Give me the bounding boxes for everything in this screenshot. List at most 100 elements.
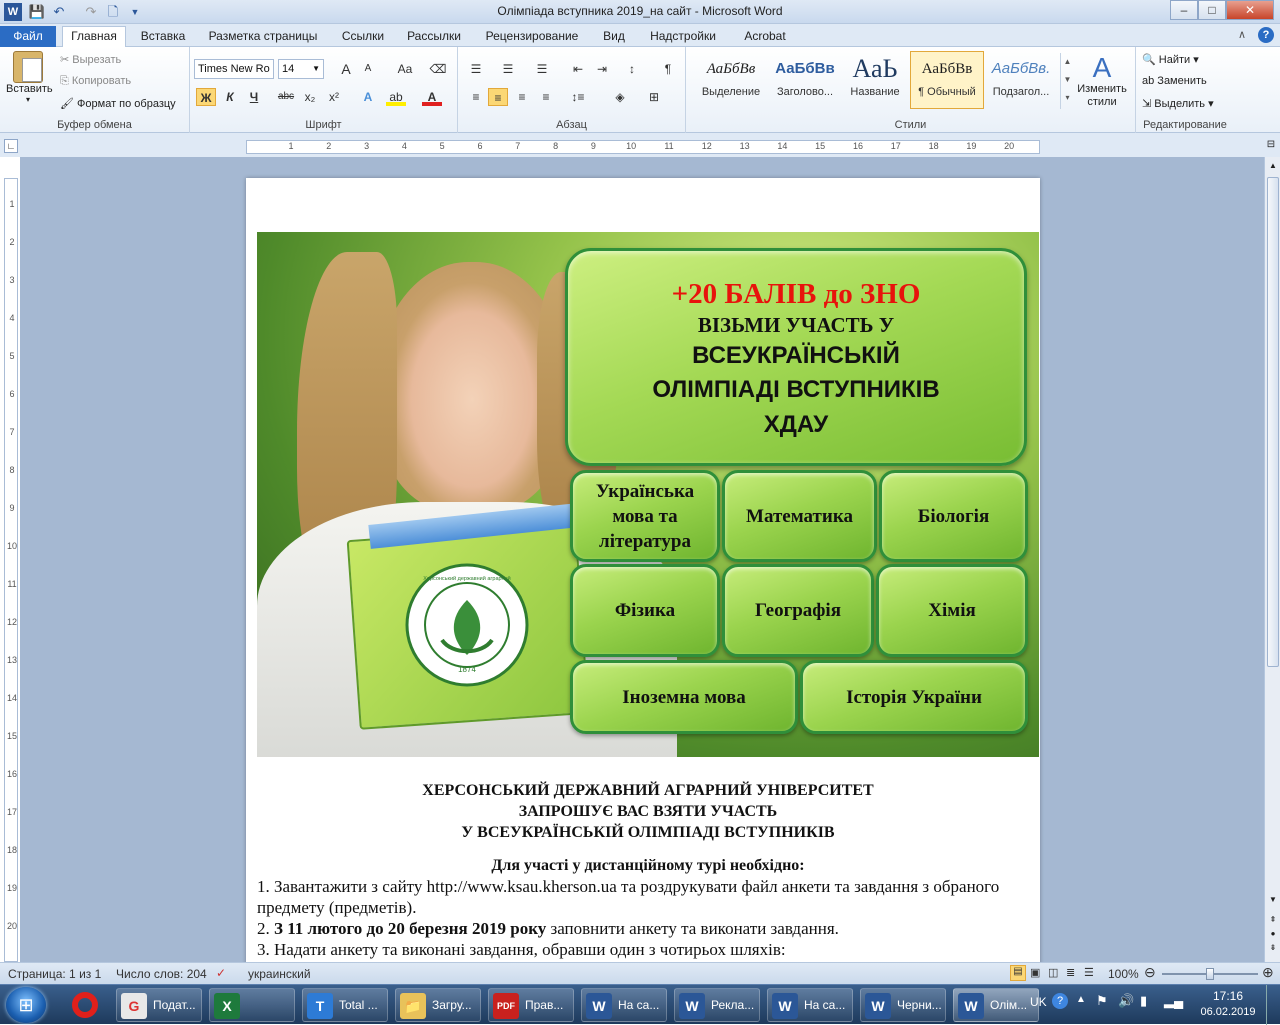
next-page-icon[interactable]: ⇟ (1267, 943, 1279, 955)
zoom-out-icon[interactable]: ⊖ (1144, 964, 1156, 981)
taskbar-item[interactable]: W На са... (767, 988, 853, 1022)
taskbar-item[interactable]: G Подат... (116, 988, 202, 1022)
shading-icon[interactable]: ◈ (610, 88, 630, 106)
italic-button[interactable]: К (220, 88, 240, 106)
vertical-scrollbar[interactable]: ▲ ▼ ⇞ ● ⇟ (1264, 157, 1280, 962)
subscript-button[interactable]: x₂ (300, 88, 320, 106)
minimize-button[interactable]: – (1170, 0, 1198, 20)
document-body[interactable]: ХЕРСОНСЬКИЙ ДЕРЖАВНИЙ АГРАРНИЙ УНІВЕРСИТ… (257, 780, 1039, 960)
tab-page-layout[interactable]: Разметка страницы (200, 27, 326, 47)
text-effects-icon[interactable]: A (358, 88, 378, 106)
scroll-up-icon[interactable]: ▲ (1267, 159, 1279, 173)
horizontal-ruler[interactable]: 1 2 3 4 5 6 7 8 9 10 11 12 13 14 15 16 17 18 19 20 (246, 140, 1040, 154)
show-desktop-button[interactable] (1266, 985, 1280, 1025)
underline-button[interactable]: Ч (244, 88, 264, 106)
align-left-icon[interactable]: ≡ (466, 88, 486, 106)
tray-network-icon[interactable]: ⚑ (1096, 993, 1108, 1009)
style-normal[interactable]: АаБбВв ¶ Обычный (910, 51, 984, 109)
style-title[interactable]: АаЬ Название (838, 51, 912, 109)
cut-button[interactable]: ✂ Вырезать (60, 53, 121, 66)
font-color-icon[interactable]: A (422, 88, 442, 106)
print-layout-icon[interactable]: ▤ (1010, 965, 1026, 981)
bullets-icon[interactable]: ☰ (466, 60, 486, 78)
tab-addins[interactable]: Надстройки (640, 27, 726, 47)
scroll-down-icon[interactable]: ▼ (1267, 895, 1279, 909)
zoom-slider-thumb[interactable] (1206, 968, 1214, 980)
zoom-slider[interactable] (1162, 968, 1258, 980)
line-spacing-icon[interactable]: ↕≡ (568, 88, 588, 106)
tab-acrobat[interactable]: Acrobat (734, 27, 796, 47)
browse-object-icon[interactable]: ● (1267, 929, 1279, 941)
format-painter-button[interactable]: 🖌 Формат по образцу (60, 97, 176, 110)
replace-button[interactable]: ab Заменить (1142, 75, 1207, 87)
tray-power-icon[interactable]: ▮ (1140, 993, 1147, 1009)
paste-button[interactable]: Вставить ▾ (6, 51, 53, 104)
superscript-button[interactable]: x² (324, 88, 344, 106)
taskbar-item[interactable]: 📁 Загру... (395, 988, 481, 1022)
taskbar-item[interactable]: PDF Прав... (488, 988, 574, 1022)
word-count[interactable]: Число слов: 204 (116, 967, 207, 981)
taskbar-item[interactable]: W Рекла... (674, 988, 760, 1022)
font-name-combo[interactable]: Times New Ro (194, 59, 274, 79)
vertical-ruler[interactable]: 1 2 3 4 5 6 7 8 9 10 11 12 13 14 15 16 17 18 19 20 (4, 178, 18, 962)
select-button[interactable]: ⇲ Выделить ▾ (1142, 97, 1214, 110)
start-button[interactable]: ⊞ (6, 987, 46, 1023)
scroll-thumb[interactable] (1267, 177, 1279, 667)
language-indicator[interactable]: украинский (248, 967, 311, 981)
highlight-icon[interactable]: ab (386, 88, 406, 106)
align-center-icon[interactable]: ≡ (488, 88, 508, 106)
taskbar-item[interactable]: W Олім... (953, 988, 1039, 1022)
tab-selector-icon[interactable]: ∟ (4, 139, 18, 153)
page-count[interactable]: Страница: 1 из 1 (8, 967, 101, 981)
clear-formatting-icon[interactable]: ⌫ (428, 60, 448, 78)
borders-icon[interactable]: ⊞ (644, 88, 664, 106)
outline-icon[interactable]: ≣ (1066, 966, 1075, 979)
change-styles-button[interactable]: A Изменить стили (1074, 53, 1130, 109)
show-formatting-button[interactable]: ¶ (658, 60, 678, 78)
view-ruler-icon[interactable]: ⊟ (1265, 139, 1277, 153)
copy-button[interactable]: ⎘ Копировать (60, 75, 131, 88)
taskbar-item[interactable]: W Черни... (860, 988, 946, 1022)
tab-file[interactable]: Файл (0, 26, 56, 47)
clock-time[interactable]: 17:16 (1200, 989, 1256, 1003)
previous-page-icon[interactable]: ⇞ (1267, 915, 1279, 927)
shrink-font-button[interactable]: A (358, 60, 378, 78)
keyboard-language[interactable]: UK (1030, 995, 1047, 1009)
align-right-icon[interactable]: ≡ (512, 88, 532, 106)
change-case-button[interactable]: Aa (390, 60, 420, 78)
sort-icon[interactable]: ↕ (622, 60, 642, 78)
tab-references[interactable]: Ссылки (334, 27, 392, 47)
proofing-icon[interactable]: ✓ (216, 966, 226, 980)
zoom-level[interactable]: 100% (1108, 967, 1139, 981)
opera-taskbar-button[interactable] (62, 988, 108, 1022)
maximize-button[interactable]: □ (1198, 0, 1226, 20)
full-screen-icon[interactable]: ▣ (1030, 966, 1040, 979)
tray-help-icon[interactable]: ? (1052, 993, 1068, 1009)
tab-view[interactable]: Вид (596, 27, 632, 47)
grow-font-button[interactable]: A (336, 60, 356, 78)
taskbar-item[interactable]: X (209, 988, 295, 1022)
tab-home[interactable]: Главная (62, 26, 126, 48)
web-layout-icon[interactable]: ◫ (1048, 966, 1058, 979)
collapse-ribbon-icon[interactable]: ∧ (1238, 28, 1246, 41)
taskbar-item[interactable]: W На са... (581, 988, 667, 1022)
tab-insert[interactable]: Вставка (134, 27, 192, 47)
style-heading[interactable]: АаБбВв Заголово... (768, 51, 842, 109)
style-subtitle[interactable]: АаБбВв. Подзагол... (984, 51, 1058, 109)
numbering-icon[interactable]: ☰ (498, 60, 518, 78)
increase-indent-icon[interactable]: ⇥ (592, 60, 612, 78)
bold-button[interactable]: Ж (196, 88, 216, 106)
multilevel-list-icon[interactable]: ☰ (532, 60, 552, 78)
help-icon[interactable]: ? (1258, 27, 1274, 43)
tray-signal-icon[interactable]: ▂▄ (1164, 993, 1183, 1009)
style-emphasis[interactable]: АаБбВв Выделение (694, 51, 768, 109)
zoom-in-icon[interactable]: ⊕ (1262, 964, 1274, 981)
taskbar-item[interactable]: T Total ... (302, 988, 388, 1022)
font-size-combo[interactable]: 14 ▼ (278, 59, 324, 79)
tab-mailings[interactable]: Рассылки (400, 27, 468, 47)
draft-icon[interactable]: ☰ (1084, 966, 1094, 979)
tab-review[interactable]: Рецензирование (476, 27, 588, 47)
tray-volume-icon[interactable]: 🔊 (1118, 993, 1134, 1009)
tray-expand-icon[interactable]: ▲ (1076, 994, 1086, 1005)
find-button[interactable]: 🔍 Найти ▾ (1142, 53, 1199, 66)
